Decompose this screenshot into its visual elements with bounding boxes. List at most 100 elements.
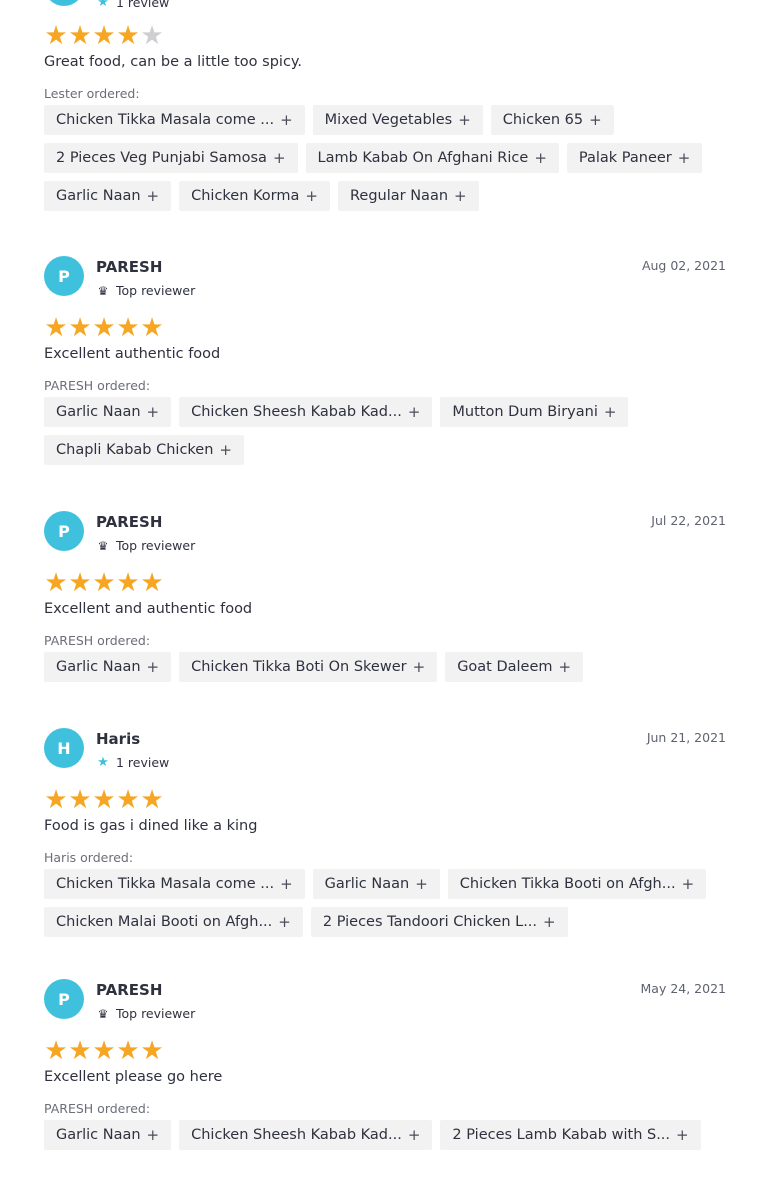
plus-icon[interactable]: +: [678, 149, 691, 167]
reviewer-name[interactable]: PARESH: [96, 513, 162, 531]
star-icon: ★: [140, 21, 164, 51]
item-label: Chicken Korma: [191, 188, 300, 204]
plus-icon[interactable]: +: [589, 111, 602, 129]
star-icon: ★: [92, 785, 116, 815]
reviewer-badge: ♛ Top reviewer: [96, 1006, 196, 1021]
plus-icon[interactable]: +: [458, 111, 471, 129]
item-label: 2 Pieces Tandoori Chicken L...: [322, 914, 538, 930]
plus-icon[interactable]: +: [415, 875, 428, 893]
ordered-item-chip[interactable]: Chicken Tikka Booti on Afgh... +: [447, 869, 707, 899]
star-icon: ★: [140, 313, 164, 343]
plus-icon[interactable]: +: [147, 187, 160, 205]
item-label: Mutton Dum Biryani: [452, 404, 598, 420]
item-label: Goat Daleem: [457, 659, 553, 675]
plus-icon[interactable]: +: [413, 658, 426, 676]
ordered-label: PARESH ordered:: [44, 378, 151, 393]
star-icon: ★: [44, 568, 68, 598]
ordered-item-chip[interactable]: 2 Pieces Lamb Kabab with S... +: [440, 1120, 701, 1150]
ordered-item-chip[interactable]: Chapli Kabab Chicken +: [44, 435, 244, 465]
star-rating: ★ ★ ★ ★ ★: [44, 1036, 726, 1066]
review-partial: ★ 1 review ★ ★ ★ ★ ★ Great food, can be a littl…: [44, 0, 726, 219]
ordered-item-chip[interactable]: Garlic Naan +: [312, 869, 440, 899]
review-date: Aug 02, 2021: [641, 258, 726, 273]
reviewer-badge: ★ 1 review: [96, 0, 770, 12]
reviewer-badge: ♛ Top reviewer: [96, 283, 196, 298]
star-rating: ★ ★ ★ ★ ★: [44, 568, 726, 598]
ordered-item-chip[interactable]: Mixed Vegetables +: [312, 105, 483, 135]
reviewer-name[interactable]: Haris: [96, 730, 140, 748]
star-icon: ★: [44, 785, 68, 815]
ordered-item-chip[interactable]: Chicken Sheesh Kabab Kad... +: [179, 397, 433, 427]
review-date: May 24, 2021: [640, 981, 726, 996]
plus-icon[interactable]: +: [147, 1126, 160, 1144]
item-label: Chicken Tikka Boti On Skewer: [191, 659, 407, 675]
review-date: Jul 22, 2021: [651, 513, 726, 528]
ordered-item-chip[interactable]: Mutton Dum Biryani +: [440, 397, 629, 427]
plus-icon[interactable]: +: [280, 111, 293, 129]
plus-icon[interactable]: +: [278, 913, 291, 931]
plus-icon[interactable]: +: [408, 1126, 421, 1144]
plus-icon[interactable]: +: [147, 658, 160, 676]
plus-icon[interactable]: +: [305, 187, 318, 205]
ordered-item-chip[interactable]: 2 Pieces Veg Punjabi Samosa +: [44, 143, 298, 173]
ordered-item-chip[interactable]: Chicken Korma +: [179, 181, 330, 211]
ordered-item-chip[interactable]: Chicken Malai Booti on Afgh... +: [44, 907, 303, 937]
star-icon: ★: [68, 568, 92, 598]
ordered-items: Garlic Naan + Chicken Sheesh Kabab Kad... +…: [44, 1120, 726, 1158]
plus-icon[interactable]: +: [280, 875, 293, 893]
plus-icon[interactable]: +: [543, 913, 556, 931]
review-header: P PARESH ♛ Top reviewer Jul 22, 2021: [44, 511, 726, 563]
ordered-item-chip[interactable]: Chicken Tikka Boti On Skewer +: [179, 652, 438, 682]
ordered-item-chip[interactable]: Goat Daleem +: [445, 652, 584, 682]
plus-icon[interactable]: +: [676, 1126, 689, 1144]
ordered-item-chip[interactable]: 2 Pieces Tandoori Chicken L... +: [310, 907, 568, 937]
reviewer-name[interactable]: PARESH: [96, 258, 162, 276]
reviewer-name[interactable]: PARESH: [96, 981, 162, 999]
item-label: Garlic Naan: [56, 404, 141, 420]
ordered-item-chip[interactable]: Palak Paneer +: [566, 143, 703, 173]
item-label: 2 Pieces Veg Punjabi Samosa: [56, 150, 267, 166]
plus-icon[interactable]: +: [604, 403, 617, 421]
star-icon: ★: [140, 568, 164, 598]
ordered-item-chip[interactable]: Chicken Tikka Masala come ... +: [44, 869, 305, 899]
plus-icon[interactable]: +: [454, 187, 467, 205]
trophy-icon: ♛: [97, 283, 109, 298]
plus-icon[interactable]: +: [408, 403, 421, 421]
ordered-item-chip[interactable]: Chicken 65 +: [490, 105, 614, 135]
item-label: Chicken Tikka Masala come ...: [56, 876, 275, 892]
plus-icon[interactable]: +: [147, 403, 160, 421]
star-rating: ★ ★ ★ ★ ★: [44, 313, 726, 343]
review-card: P PARESH ♛ Top reviewer Jul 22, 2021 ★ ★ ★ ★ ★ Exc…: [44, 511, 726, 690]
star-icon: ★: [92, 568, 116, 598]
star-icon: ★: [92, 1036, 116, 1066]
plus-icon[interactable]: +: [559, 658, 572, 676]
trophy-icon: ♛: [97, 1006, 109, 1021]
ordered-item-chip[interactable]: Chicken Tikka Masala come ... +: [44, 105, 305, 135]
ordered-items: Garlic Naan + Chicken Sheesh Kabab Kad... +…: [44, 397, 726, 473]
badge-text: Top reviewer: [116, 538, 196, 553]
item-label: Chicken Sheesh Kabab Kad...: [191, 1127, 402, 1143]
badge-text: Top reviewer: [116, 283, 196, 298]
ordered-label: Lester ordered:: [44, 86, 140, 101]
star-icon: ★: [44, 313, 68, 343]
ordered-label: PARESH ordered:: [44, 1101, 151, 1116]
ordered-item-chip[interactable]: Garlic Naan +: [44, 181, 172, 211]
ordered-item-chip[interactable]: Chicken Sheesh Kabab Kad... +: [179, 1120, 433, 1150]
ordered-item-chip[interactable]: Garlic Naan +: [44, 1120, 172, 1150]
star-icon: ★: [68, 313, 92, 343]
ordered-item-chip[interactable]: Garlic Naan +: [44, 652, 172, 682]
plus-icon[interactable]: +: [219, 441, 232, 459]
ordered-item-chip[interactable]: Regular Naan +: [337, 181, 479, 211]
star-icon: ★: [116, 1036, 140, 1066]
plus-icon[interactable]: +: [682, 875, 695, 893]
ordered-item-chip[interactable]: Garlic Naan +: [44, 397, 172, 427]
star-rating: ★ ★ ★ ★ ★: [44, 21, 726, 51]
plus-icon[interactable]: +: [273, 149, 286, 167]
ordered-item-chip[interactable]: Lamb Kabab On Afghani Rice +: [305, 143, 559, 173]
star-rating: ★ ★ ★ ★ ★: [44, 785, 726, 815]
item-label: Regular Naan: [349, 188, 449, 204]
item-label: Lamb Kabab On Afghani Rice: [317, 150, 529, 166]
plus-icon[interactable]: +: [534, 149, 547, 167]
item-label: Chapli Kabab Chicken: [56, 442, 214, 458]
item-label: Chicken 65: [502, 112, 584, 128]
